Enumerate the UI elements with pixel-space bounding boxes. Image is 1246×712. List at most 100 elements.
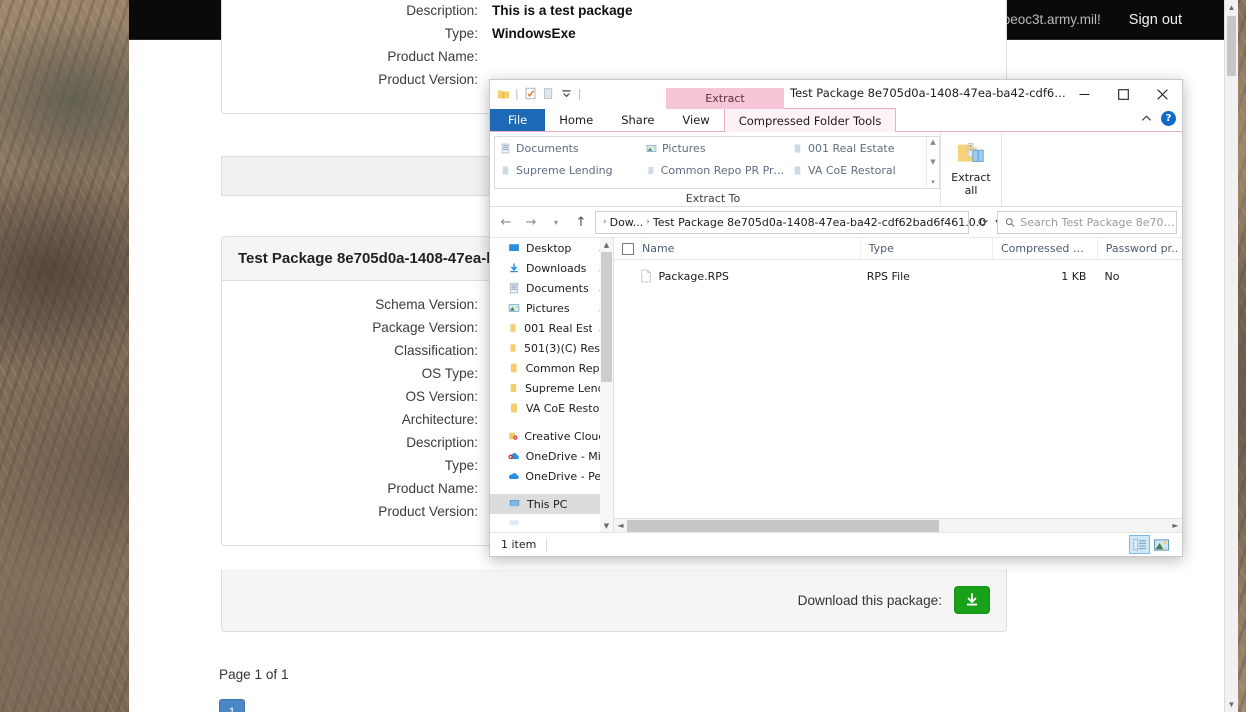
ribbon-tab-view[interactable]: View: [668, 109, 723, 131]
ribbon-tab-home[interactable]: Home: [545, 109, 607, 131]
file-explorer-window[interactable]: | | Test Package 8e705d0a-1408-47ea-ba42…: [489, 79, 1183, 557]
gallery-item-cora[interactable]: Cora: [787, 181, 933, 188]
field-label: Product Name:: [387, 481, 478, 496]
field-label: Product Version:: [378, 72, 478, 87]
minimize-button[interactable]: [1065, 80, 1104, 108]
gallery-item-501-3-c-research[interactable]: 501(3)(C) Research: [495, 181, 641, 188]
recent-locations-button[interactable]: ▾: [545, 211, 567, 233]
column-header-name[interactable]: Name: [641, 237, 860, 260]
nav-item-001-real-estate[interactable]: 001 Real Estat 📌: [490, 318, 613, 338]
new-folder-icon[interactable]: [542, 87, 555, 100]
nav-item-desktop[interactable]: Desktop 📌: [490, 238, 613, 258]
gallery-item-label: Pictures: [662, 141, 706, 155]
nav-item-onedrive-microsoft[interactable]: OneDrive - Micros: [490, 446, 613, 466]
sign-out-link[interactable]: Sign out: [1115, 2, 1196, 38]
explorer-titlebar[interactable]: | | Test Package 8e705d0a-1408-47ea-ba42…: [490, 80, 1182, 109]
search-icon: [1005, 217, 1015, 227]
nav-item-creative-cloud-files[interactable]: Creative Cloud File: [490, 426, 613, 446]
minimize-icon: [1079, 93, 1090, 95]
downloads-icon: [510, 263, 518, 273]
close-button[interactable]: [1143, 80, 1182, 108]
help-button[interactable]: ?: [1161, 111, 1176, 126]
chevron-up-icon[interactable]: [1141, 113, 1152, 124]
navigation-pane[interactable]: Desktop 📌 Downloads 📌 Documents: [490, 238, 614, 532]
extract-to-gallery[interactable]: Documents Pictures 001 Real Estate Supre…: [494, 136, 940, 189]
nav-scrollbar-thumb[interactable]: [601, 252, 612, 382]
forward-button[interactable]: →: [520, 211, 542, 233]
breadcrumb-downloads[interactable]: Dow...: [610, 216, 644, 229]
nav-item-501-3-c-research[interactable]: 501(3)(C) Research: [490, 338, 613, 358]
explorer-main: Desktop 📌 Downloads 📌 Documents: [490, 237, 1182, 532]
hscroll-track[interactable]: [627, 519, 1169, 533]
nav-pane-scrollbar[interactable]: ▲ ▼: [600, 238, 613, 532]
list-horizontal-scrollbar[interactable]: ◄ ►: [614, 518, 1182, 532]
nav-scroll-down-icon[interactable]: ▼: [600, 519, 613, 532]
folder-icon: [794, 143, 801, 153]
hscroll-thumb[interactable]: [627, 519, 939, 532]
hscroll-right-arrow[interactable]: ►: [1169, 521, 1182, 530]
nav-item-network-partial[interactable]: [490, 514, 613, 532]
gallery-item-common-repo-pr-process[interactable]: Common Repo PR Process: [641, 159, 787, 181]
nav-pane-gap-2: [490, 486, 613, 494]
search-box[interactable]: Search Test Package 8e705d...: [997, 210, 1177, 234]
nav-item-downloads[interactable]: Downloads 📌: [490, 258, 613, 278]
maximize-button[interactable]: [1104, 80, 1143, 108]
customize-chevron-icon[interactable]: [560, 87, 573, 100]
column-header-compressed-size[interactable]: Compressed size: [991, 237, 1097, 260]
breadcrumb-current-folder[interactable]: Test Package 8e705d0a-1408-47ea-ba42-cdf…: [653, 216, 986, 229]
folder-icon[interactable]: [497, 87, 510, 100]
field-label: OS Type:: [421, 366, 478, 381]
view-mode-buttons: [1129, 535, 1178, 554]
nav-item-common-repo[interactable]: Common Repo P: [490, 358, 613, 378]
back-button[interactable]: ←: [495, 211, 517, 233]
details-view-button[interactable]: [1129, 535, 1150, 554]
browser-scrollbar[interactable]: ▲ ▼: [1224, 0, 1238, 712]
up-button[interactable]: ↑: [570, 211, 592, 233]
hscroll-left-arrow[interactable]: ◄: [614, 521, 627, 530]
ribbon-tab-share[interactable]: Share: [607, 109, 668, 131]
file-name-cell[interactable]: Package.RPS: [640, 269, 859, 283]
nav-item-supreme-lending[interactable]: Supreme Lending: [490, 378, 613, 398]
nav-item-onedrive-personal[interactable]: OneDrive - Person: [490, 466, 613, 486]
gallery-item-label: Lakeside Lane Purchase: [661, 186, 787, 189]
page-button-1[interactable]: 1: [219, 699, 245, 712]
nav-item-this-pc[interactable]: This PC: [490, 494, 613, 514]
nav-scroll-up-icon[interactable]: ▲: [600, 238, 613, 251]
ribbon-body: Documents Pictures 001 Real Estate Supre…: [490, 132, 1182, 207]
ribbon-tab-file[interactable]: File: [490, 109, 546, 131]
column-header-password-protected[interactable]: Password pr..: [1096, 237, 1182, 260]
breadcrumb-bar[interactable]: › Dow... › Test Package 8e705d0a-1408-47…: [595, 210, 1001, 234]
extract-all-button[interactable]: Extract all: [940, 132, 1002, 206]
status-separator: [546, 538, 548, 551]
ribbon-tab-compressed-folder-tools[interactable]: Compressed Folder Tools: [723, 108, 897, 132]
scrollbar-thumb[interactable]: [1227, 16, 1236, 76]
scroll-up-arrow[interactable]: ▲: [1225, 1, 1238, 14]
gallery-item-documents[interactable]: Documents: [495, 137, 641, 159]
gallery-more-icon[interactable]: ▾: [931, 179, 935, 186]
nav-item-va-coe-restoral[interactable]: VA CoE Restoral: [490, 398, 613, 418]
field-label: Architecture:: [401, 412, 478, 427]
refresh-button[interactable]: ⟳: [972, 215, 994, 229]
maximize-icon: [1118, 88, 1129, 100]
column-header-type[interactable]: Type: [859, 237, 992, 260]
scroll-down-arrow[interactable]: ▼: [1225, 698, 1238, 711]
select-all-checkbox[interactable]: [622, 242, 634, 255]
gallery-item-supreme-lending[interactable]: Supreme Lending: [495, 159, 641, 181]
gallery-item-label: VA CoE Restoral: [808, 163, 896, 177]
gallery-item-va-coe-restoral[interactable]: VA CoE Restoral: [787, 159, 933, 181]
gallery-scrollbar[interactable]: ▲ ▼ ▾: [926, 137, 939, 188]
file-row[interactable]: Package.RPS RPS File 1 KB No: [614, 264, 1182, 288]
large-icons-view-button[interactable]: [1151, 535, 1172, 554]
properties-icon[interactable]: [524, 87, 537, 100]
nav-item-pictures[interactable]: Pictures 📌: [490, 298, 613, 318]
gallery-item-001-real-estate[interactable]: 001 Real Estate: [787, 137, 933, 159]
gallery-scroll-up-icon[interactable]: ▲: [930, 139, 935, 146]
gallery-scroll-down-icon[interactable]: ▼: [930, 159, 935, 166]
folder-icon: [648, 166, 654, 174]
nav-item-documents[interactable]: Documents 📌: [490, 278, 613, 298]
gallery-item-lakeside-lane-purchase[interactable]: Lakeside Lane Purchase: [641, 181, 787, 189]
field-value: WindowsExe: [492, 26, 576, 41]
gallery-item-pictures[interactable]: Pictures: [641, 137, 787, 159]
download-package-button[interactable]: [954, 586, 990, 614]
explorer-status-bar: 1 item: [490, 532, 1182, 556]
